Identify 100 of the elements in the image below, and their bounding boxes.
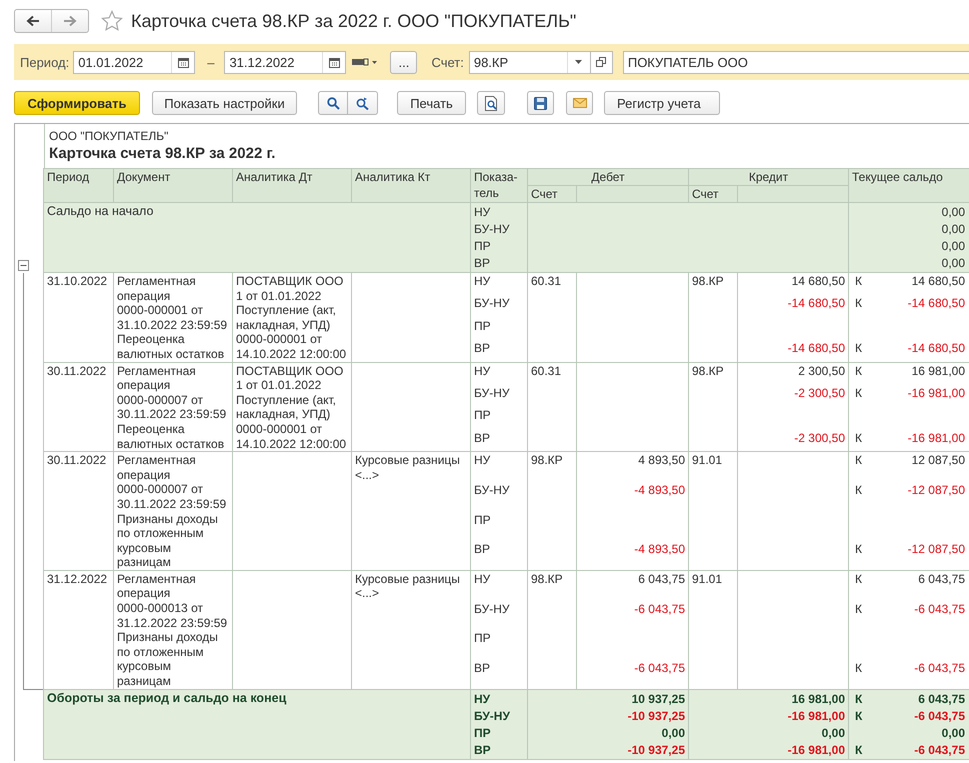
table-cell-text: К xyxy=(855,542,862,558)
table-cell: 31.10.2022 xyxy=(44,273,114,363)
calendar-icon xyxy=(178,56,189,68)
column-header: Аналитика Кт xyxy=(352,168,471,203)
table-cell: -2 300,50 xyxy=(738,384,849,408)
preview-button[interactable] xyxy=(477,91,505,115)
table-cell: БУ-НУ xyxy=(471,295,528,318)
calendar-icon xyxy=(328,56,340,68)
left-arrow-icon xyxy=(26,15,40,27)
table-cell: 98.КР xyxy=(528,570,577,601)
table-cell-text: -10 937,25 xyxy=(626,742,685,759)
table-cell: 60.31 xyxy=(528,273,577,296)
table-cell: НУ xyxy=(471,362,528,385)
table-cell: Регламентная операция 0000-000007 от 30.11.2022 23:59:59 Переоценка валютных остатков xyxy=(114,362,233,452)
table-cell: ПР xyxy=(471,630,528,660)
table-cell: НУ xyxy=(471,570,528,601)
table-cell-text: НУ xyxy=(474,204,492,221)
table-cell: ПР xyxy=(471,407,528,430)
date-field[interactable]: 01.01.2022 xyxy=(73,50,196,74)
table-cell-text: -16 981,00 xyxy=(908,386,965,402)
save-button[interactable] xyxy=(527,91,554,115)
table-cell: ПР xyxy=(471,512,528,542)
column-header: Счет xyxy=(528,186,577,203)
search-refresh-button[interactable] xyxy=(348,91,378,115)
star-icon[interactable] xyxy=(101,10,123,32)
table-cell-text: НУ xyxy=(474,690,492,708)
more-button[interactable]: ... xyxy=(390,50,418,74)
table-cell: -14 680,50 xyxy=(738,340,849,363)
table-cell: 30.11.2022 xyxy=(44,362,114,452)
table-cell: НУ xyxy=(471,273,528,296)
table-cell: ВР xyxy=(471,340,528,363)
table-cell-text: К xyxy=(855,572,862,588)
field-label: Счет: xyxy=(431,54,464,70)
print-button[interactable]: Печать xyxy=(397,91,466,115)
table-cell-text: К xyxy=(855,430,862,447)
table-cell-text: -16 981,00 xyxy=(908,430,965,447)
table-cell-text: ПР xyxy=(474,724,492,742)
table-cell-text: К xyxy=(855,296,862,312)
table-cell: 6 043,75 xyxy=(577,570,689,601)
table-cell-text: ПР xyxy=(474,238,492,255)
table-cell: К xyxy=(855,690,862,708)
column-header: Документ xyxy=(114,168,233,203)
open-button[interactable] xyxy=(590,50,613,74)
search-icon xyxy=(326,96,340,110)
table-cell-text: 0,00 xyxy=(820,724,845,742)
column-header: Аналитика Дт xyxy=(233,168,352,203)
generate-button[interactable]: Сформировать xyxy=(14,91,140,115)
table-cell-text: К xyxy=(855,386,862,402)
right-arrow-icon xyxy=(63,15,77,27)
show-settings-button[interactable]: Показать настройки xyxy=(152,91,297,115)
search-button[interactable] xyxy=(318,91,348,115)
table-cell: К xyxy=(855,742,862,759)
table-cell-text: -10 937,25 xyxy=(626,708,685,725)
table-cell: К xyxy=(855,708,862,725)
table-cell: 4 893,50 xyxy=(577,452,689,482)
empty-cell xyxy=(689,430,738,452)
table-cell-text: К xyxy=(855,364,862,380)
table-cell: ВР xyxy=(471,430,528,452)
empty-cell xyxy=(528,541,577,571)
table-cell: ПР xyxy=(471,318,528,340)
table-cell-text: -14 680,50 xyxy=(908,296,965,312)
table-cell: 0,00 xyxy=(942,724,965,742)
table-cell-text: -12 087,50 xyxy=(908,482,965,499)
account-field[interactable]: 98.КР xyxy=(468,50,591,74)
table-cell: 98.КР xyxy=(528,452,577,482)
table-cell: Регламентная операция 0000-000001 от 31.10.2022 23:59:59 Переоценка валютных остатков xyxy=(114,273,233,363)
column-header: Период xyxy=(44,168,114,203)
column-header: Показа-тель xyxy=(471,168,528,203)
table-cell-text: К xyxy=(855,482,862,499)
table-cell: ПОСТАВЩИК ООО 1 от 01.01.2022 Поступление (акт, накладная, УПД) 0000-000001 от 14.10.2022 12:00:00 xyxy=(233,362,352,452)
table-cell: -14 680,50 xyxy=(738,295,849,318)
table-cell-text: БУ-НУ xyxy=(474,708,511,725)
table-cell: 98.КР xyxy=(689,273,738,296)
table-cell-text: -14 680,50 xyxy=(908,341,965,358)
table-cell: БУ-НУ xyxy=(471,384,528,408)
empty-cell xyxy=(528,340,577,363)
column-header: Кредит xyxy=(689,168,849,186)
table-cell-text: 6 043,75 xyxy=(918,572,965,588)
table-cell-text: К xyxy=(855,341,862,358)
table-cell: 98.КР xyxy=(689,362,738,385)
register-dropdown-button[interactable]: Регистр учета xyxy=(604,91,720,115)
table-cell: -4 893,50 xyxy=(577,482,689,512)
table-cell-text: 0,00 xyxy=(660,724,685,742)
table-cell: 91.01 xyxy=(689,570,738,601)
counterparty-field[interactable]: ПОКУПАТЕЛЬ ООО xyxy=(622,50,969,74)
table-cell: Сальдо на начало xyxy=(44,203,471,273)
table-cell-text: -16 981,00 xyxy=(786,742,845,759)
email-button[interactable] xyxy=(566,91,593,115)
table-cell-text: К xyxy=(855,660,862,677)
date-field[interactable]: 31.12.2022 xyxy=(224,50,346,74)
table-cell: -6 043,75 xyxy=(914,742,965,759)
table-cell-text: К xyxy=(855,274,862,290)
collapse-icon[interactable] xyxy=(18,260,29,271)
column-header: Дебет xyxy=(528,168,689,186)
table-cell-text: 16 981,00 xyxy=(790,690,845,708)
table-cell-text: -6 043,75 xyxy=(914,660,965,677)
period-selector-icon[interactable] xyxy=(352,57,378,67)
table-cell-text: -16 981,00 xyxy=(786,708,845,725)
company-name: ООО "ПОКУПАТЕЛЬ" xyxy=(49,128,170,144)
table-cell-text: 0,00 xyxy=(940,238,965,255)
